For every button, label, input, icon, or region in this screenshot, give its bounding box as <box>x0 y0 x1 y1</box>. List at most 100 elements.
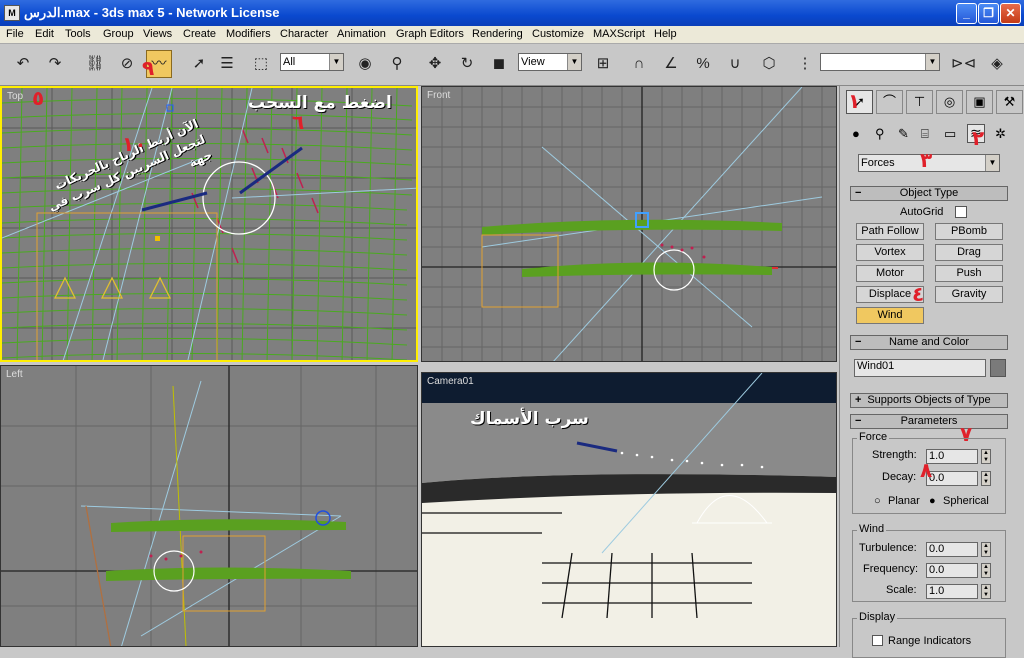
edit-named-selections-icon[interactable]: ⋮ <box>792 50 818 78</box>
badge-4: ٤ <box>912 282 925 306</box>
menu-animation[interactable]: Animation <box>337 28 386 40</box>
close-button[interactable]: ✕ <box>1000 3 1021 24</box>
viewport-label-top: Top <box>7 91 24 102</box>
title-bar: M الدرس.max - 3ds max 5 - Network Licens… <box>0 0 1024 26</box>
selection-filter-dropdown[interactable]: All ▼ <box>280 53 344 71</box>
window-crossing-icon[interactable]: ◉ <box>352 50 378 78</box>
autogrid-checkbox[interactable] <box>955 206 967 218</box>
selection-region-icon[interactable]: ⬚ <box>248 50 274 78</box>
viewport-top[interactable]: Top اضغط مع السحب الآن أربط الرياح بالحر… <box>0 86 418 362</box>
undo-icon[interactable]: ↶ <box>10 50 36 78</box>
turbulence-label: Turbulence: <box>859 542 917 554</box>
strength-spinner-arrows[interactable]: ▲ ▼ <box>981 449 991 464</box>
vortex-button[interactable]: Vortex <box>856 244 924 261</box>
autogrid-label: AutoGrid <box>900 206 944 218</box>
select-object-icon[interactable]: ➚ <box>186 50 212 78</box>
range-indicators-label: Range Indicators <box>888 635 972 647</box>
menu-group[interactable]: Group <box>103 28 134 40</box>
reference-coord-dropdown[interactable]: View ▼ <box>518 53 582 71</box>
spinner-snap-icon[interactable]: ∪ <box>722 50 748 78</box>
select-and-link-icon[interactable]: ⛓ <box>82 50 108 78</box>
menu-rendering[interactable]: Rendering <box>472 28 523 40</box>
wind-button[interactable]: Wind <box>856 307 924 324</box>
redo-icon[interactable]: ↷ <box>42 50 68 78</box>
minimize-button[interactable]: _ <box>956 3 977 24</box>
supports-objects-rollout[interactable]: + Supports Objects of Type <box>850 393 1008 408</box>
systems-icon[interactable]: ✲ <box>995 126 1006 142</box>
angle-snap-icon[interactable]: ∠ <box>658 50 684 78</box>
menu-graph-editors[interactable]: Graph Editors <box>396 28 464 40</box>
menu-character[interactable]: Character <box>280 28 328 40</box>
turbulence-spinner-arrows[interactable]: ▲ ▼ <box>981 542 991 557</box>
path-follow-button[interactable]: Path Follow <box>856 223 924 240</box>
decay-spinner-arrows[interactable]: ▲ ▼ <box>981 471 991 486</box>
parameters-rollout[interactable]: − Parameters <box>850 414 1008 429</box>
spherical-radio[interactable]: ● <box>929 495 936 507</box>
percent-snap-icon[interactable]: % <box>690 50 716 78</box>
menu-edit[interactable]: Edit <box>35 28 54 40</box>
select-and-rotate-icon[interactable]: ↻ <box>454 50 480 78</box>
select-and-move-icon[interactable]: ✥ <box>422 50 448 78</box>
object-color-swatch[interactable] <box>990 359 1006 377</box>
strength-spinner[interactable]: 1.0 <box>926 449 978 464</box>
motor-button[interactable]: Motor <box>856 265 924 282</box>
menu-help[interactable]: Help <box>654 28 677 40</box>
snaps-toggle-icon[interactable]: ∩ <box>626 50 652 78</box>
restore-button[interactable]: ❐ <box>978 3 999 24</box>
tab-motion[interactable]: ◎ <box>936 90 963 114</box>
range-indicators-checkbox[interactable] <box>872 635 883 646</box>
viewport-label-camera: Camera01 <box>427 376 474 387</box>
shapes-icon[interactable]: ⚲ <box>875 126 885 142</box>
scale-spinner[interactable]: 1.0 <box>926 584 978 599</box>
planar-radio[interactable]: ○ <box>874 495 881 507</box>
frequency-label: Frequency: <box>863 563 919 575</box>
front-view-scene <box>422 87 836 361</box>
lights-icon[interactable]: ✎ <box>898 126 909 142</box>
drag-button[interactable]: Drag <box>935 244 1003 261</box>
pbomb-button[interactable]: PBomb <box>935 223 1003 240</box>
viewport-camera[interactable]: Camera01 سرب الأسماك <box>421 372 837 647</box>
tab-hierarchy[interactable]: ⊤ <box>906 90 933 114</box>
viewport-front[interactable]: Front <box>421 86 837 362</box>
menu-modifiers[interactable]: Modifiers <box>226 28 271 40</box>
app-icon[interactable]: M <box>4 5 20 21</box>
tab-display[interactable]: ▣ <box>966 90 993 114</box>
unlink-icon[interactable]: ⊘ <box>114 50 140 78</box>
push-button[interactable]: Push <box>935 265 1003 282</box>
object-type-rollout[interactable]: − Object Type <box>850 186 1008 201</box>
geometry-icon[interactable]: ● <box>852 126 860 141</box>
menu-create[interactable]: Create <box>183 28 216 40</box>
name-and-color-rollout[interactable]: − Name and Color <box>850 335 1008 350</box>
menu-maxscript[interactable]: MAXScript <box>593 28 645 40</box>
select-by-name-icon[interactable]: ☰ <box>214 50 240 78</box>
badge-2: ٢ <box>972 126 985 150</box>
scale-spinner-arrows[interactable]: ▲ ▼ <box>981 584 991 599</box>
helpers-icon[interactable]: ▭ <box>944 126 956 142</box>
menu-views[interactable]: Views <box>143 28 172 40</box>
frequency-spinner-arrows[interactable]: ▲ ▼ <box>981 563 991 578</box>
badge-6: ٦ <box>292 110 305 134</box>
frequency-spinner[interactable]: 0.0 <box>926 563 978 578</box>
mirror-icon[interactable]: ⊳⊲ <box>950 50 976 78</box>
turbulence-spinner[interactable]: 0.0 <box>926 542 978 557</box>
cameras-icon[interactable]: ⌸ <box>921 126 929 142</box>
tab-modify[interactable]: ⌒ <box>876 90 903 114</box>
named-selection-dropdown[interactable]: ▼ <box>820 53 940 71</box>
badge-1: ١ <box>848 89 861 113</box>
menu-tools[interactable]: Tools <box>65 28 91 40</box>
align-icon[interactable]: ◈ <box>984 50 1010 78</box>
viewport-left[interactable]: Left <box>0 365 418 647</box>
select-and-manipulate-icon[interactable]: ⚲ <box>384 50 410 78</box>
tab-utilities[interactable]: ⚒ <box>996 90 1023 114</box>
use-pivot-center-icon[interactable]: ⊞ <box>590 50 616 78</box>
named-selection-sets-icon[interactable]: ⬡ <box>756 50 782 78</box>
menu-customize[interactable]: Customize <box>532 28 584 40</box>
decay-spinner[interactable]: 0.0 <box>926 471 978 486</box>
annotation-press-drag: اضغط مع السحب <box>248 93 392 113</box>
command-panel: ➚ ⌒ ⊤ ◎ ▣ ⚒ ١ ● ⚲ ✎ ⌸ ▭ ≋ ✲ ٢ Forces ▼ ٣ … <box>839 86 1024 658</box>
select-and-scale-icon[interactable]: ◼ <box>486 50 512 78</box>
menu-file[interactable]: File <box>6 28 24 40</box>
planar-label: Planar <box>888 495 920 507</box>
object-name-field[interactable]: Wind01 <box>854 359 986 377</box>
gravity-button[interactable]: Gravity <box>935 286 1003 303</box>
